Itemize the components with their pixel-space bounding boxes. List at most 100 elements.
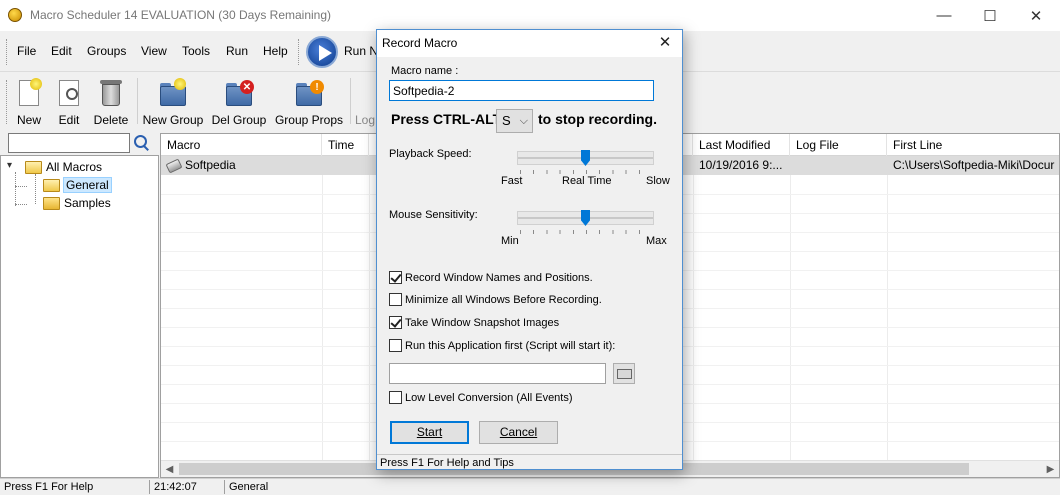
status-help: Press F1 For Help — [4, 481, 94, 493]
macro-name-input[interactable] — [389, 80, 654, 101]
tree-item-samples[interactable]: Samples — [43, 194, 111, 212]
start-button-label: Start — [416, 425, 443, 439]
scroll-right-icon[interactable]: ▶ — [1042, 462, 1059, 477]
group-props-icon: ! — [294, 78, 324, 110]
new-group-button[interactable]: New Group — [141, 72, 205, 129]
new-group-button-label: New Group — [142, 113, 204, 127]
checkbox-box[interactable] — [389, 339, 402, 352]
column-header-time[interactable]: Time — [322, 134, 369, 156]
slider-thumb[interactable] — [581, 150, 590, 166]
window-title: Macro Scheduler 14 EVALUATION (30 Days R… — [30, 8, 332, 22]
checkbox-box[interactable] — [389, 391, 402, 404]
log-button-label: Log — [354, 113, 376, 127]
dialog-title: Record Macro — [382, 36, 458, 50]
new-button[interactable]: New — [12, 72, 46, 129]
trash-icon — [96, 78, 126, 110]
run-now-play-icon[interactable] — [306, 36, 338, 68]
dialog-title-bar: Record Macro ✕ — [377, 30, 682, 57]
minimize-button[interactable]: — — [921, 0, 967, 31]
macro-name-label: Macro name : — [391, 65, 459, 77]
search-input[interactable] — [8, 133, 130, 153]
column-header-log-file[interactable]: Log File — [790, 134, 887, 156]
status-group: General — [229, 481, 269, 493]
tree-item-label: General — [63, 177, 112, 193]
browse-folder-button[interactable] — [613, 363, 635, 384]
checkbox-label: Take Window Snapshot Images — [405, 316, 560, 329]
window-snapshot-checkbox[interactable]: Take Window Snapshot Images — [389, 316, 559, 329]
tree-item-general[interactable]: General — [43, 176, 112, 194]
cell-log-file — [790, 156, 887, 175]
search-icon[interactable] — [134, 135, 150, 151]
scroll-left-icon[interactable]: ◀ — [161, 462, 178, 477]
column-header-first-line[interactable]: First Line — [887, 134, 1059, 156]
column-header-macro[interactable]: Macro — [161, 134, 322, 156]
status-time: 21:42:07 — [154, 481, 197, 493]
group-props-button-label: Group Props — [274, 113, 344, 127]
menu-tools[interactable]: Tools — [182, 44, 210, 58]
delete-button[interactable]: Delete — [91, 72, 131, 129]
del-group-button[interactable]: ✕ Del Group — [210, 72, 268, 129]
cancel-button-label: Cancel — [499, 425, 538, 439]
cell-macro: Softpedia — [165, 156, 322, 175]
menu-help[interactable]: Help — [263, 44, 288, 58]
run-now-label[interactable]: Run N — [344, 44, 378, 58]
open-folder-icon — [617, 369, 632, 379]
tree-item-label: All Macros — [46, 160, 103, 174]
menu-edit[interactable]: Edit — [51, 44, 72, 58]
start-button[interactable]: Start — [390, 421, 469, 444]
application-path-input[interactable] — [389, 363, 606, 384]
menu-separator — [298, 39, 301, 65]
toolbar-separator — [137, 78, 138, 124]
checkbox-box[interactable] — [389, 271, 402, 284]
expand-toggle-icon[interactable]: ▾ — [7, 160, 12, 171]
speed-slow-label: Slow — [646, 175, 670, 187]
log-button[interactable]: Log — [354, 72, 376, 129]
folder-open-icon — [43, 178, 60, 192]
checkbox-box[interactable] — [389, 293, 402, 306]
edit-macro-icon — [54, 78, 84, 110]
slider-ticks — [520, 230, 652, 234]
tree-item-all-macros[interactable]: All Macros — [25, 158, 102, 176]
sensitivity-min-label: Min — [501, 235, 519, 247]
close-window-button[interactable]: ✕ — [1013, 0, 1059, 31]
record-macro-dialog: Record Macro ✕ Macro name : Press CTRL-A… — [376, 29, 683, 470]
playback-speed-slider[interactable] — [517, 150, 654, 166]
maximize-button[interactable]: ☐ — [967, 0, 1013, 31]
checkbox-label: Run this Application first (Script will … — [405, 339, 616, 352]
checkbox-box[interactable] — [389, 316, 402, 329]
speed-realtime-label: Real Time — [562, 175, 612, 187]
speed-fast-label: Fast — [501, 175, 523, 187]
slider-ticks — [520, 170, 652, 174]
column-header-last-modified[interactable]: Last Modified — [693, 134, 790, 156]
new-button-label: New — [16, 113, 41, 127]
tree-item-label: Samples — [64, 196, 111, 210]
press-hotkey-label: Press CTRL-ALT- — [391, 111, 506, 127]
cell-first-line: C:\Users\Softpedia-Miki\Docur — [893, 158, 1055, 172]
group-props-button[interactable]: ! Group Props — [274, 72, 344, 129]
group-tree: ▾ All Macros General Samples — [0, 155, 159, 478]
edit-button[interactable]: Edit — [52, 72, 86, 129]
sensitivity-max-label: Max — [646, 235, 667, 247]
folder-icon — [43, 196, 60, 210]
title-bar: Macro Scheduler 14 EVALUATION (30 Days R… — [0, 0, 1060, 31]
cell-time — [322, 156, 369, 175]
low-level-conversion-checkbox[interactable]: Low Level Conversion (All Events) — [389, 391, 573, 404]
menu-groups[interactable]: Groups — [87, 44, 126, 58]
minimize-windows-checkbox[interactable]: Minimize all Windows Before Recording. — [389, 293, 602, 306]
dialog-status-text: Press F1 For Help and Tips — [377, 454, 682, 470]
new-group-icon — [158, 78, 188, 110]
slider-thumb[interactable] — [581, 210, 590, 226]
app-logo-icon — [8, 8, 22, 22]
stop-key-select[interactable]: S ⌵ — [496, 109, 533, 133]
menu-view[interactable]: View — [141, 44, 167, 58]
folder-icon — [25, 160, 42, 174]
cancel-button[interactable]: Cancel — [479, 421, 558, 444]
run-application-first-checkbox[interactable]: Run this Application first (Script will … — [389, 339, 615, 352]
menu-file[interactable]: File — [17, 44, 36, 58]
dialog-close-icon[interactable]: ✕ — [654, 33, 676, 53]
delete-button-label: Delete — [93, 113, 129, 127]
mouse-sensitivity-slider[interactable] — [517, 210, 654, 226]
menu-run[interactable]: Run — [226, 44, 248, 58]
checkbox-label: Record Window Names and Positions. — [405, 271, 593, 284]
record-window-names-checkbox[interactable]: Record Window Names and Positions. — [389, 271, 593, 284]
